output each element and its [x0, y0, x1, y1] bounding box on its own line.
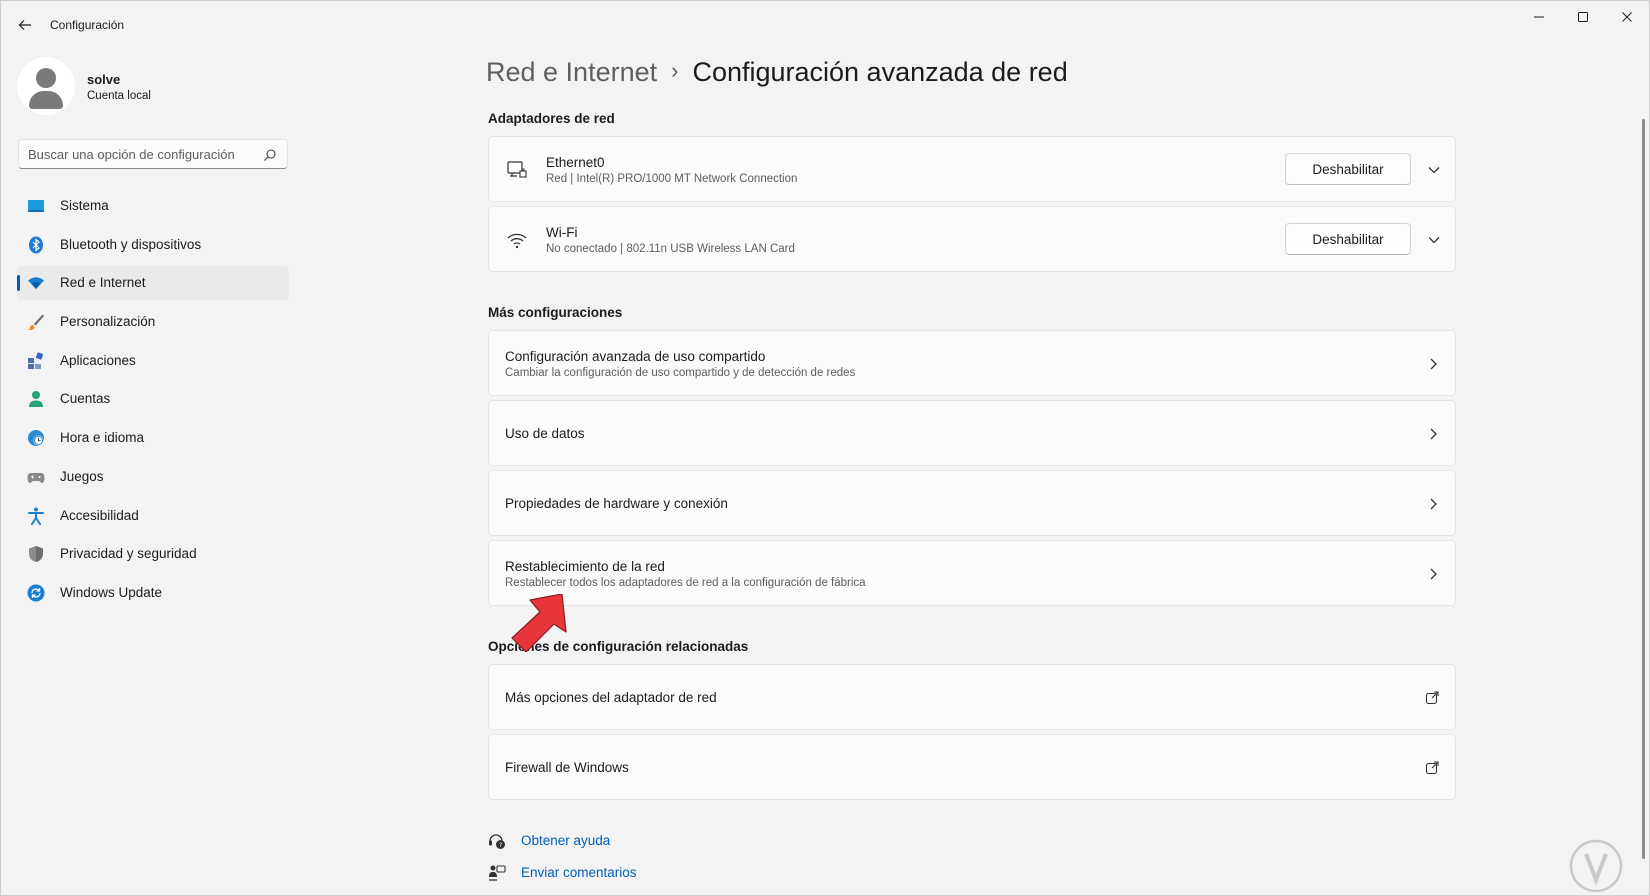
chevron-right-icon: [1430, 428, 1437, 440]
sidebar-item-bluetooth[interactable]: Bluetooth y dispositivos: [17, 228, 289, 262]
section-title-more: Más configuraciones: [488, 305, 623, 320]
back-arrow-icon: [18, 20, 31, 30]
sidebar-nav: Sistema Bluetooth y dispositivos Red e I…: [17, 189, 289, 615]
setting-title: Uso de datos: [505, 426, 585, 441]
external-link-icon: [1425, 761, 1439, 775]
sidebar-item-label: Cuentas: [60, 391, 111, 407]
external-link-icon: [1425, 691, 1439, 705]
maximize-icon: [1578, 12, 1588, 22]
apps-icon: [28, 352, 44, 369]
search-icon: [264, 149, 276, 161]
sidebar-item-cuentas[interactable]: Cuentas: [17, 382, 289, 416]
minimize-button[interactable]: [1516, 1, 1562, 33]
chevron-right-icon: [1430, 498, 1437, 510]
scrollbar[interactable]: [1642, 119, 1645, 859]
setting-subtitle: Cambiar la configuración de uso comparti…: [505, 367, 856, 379]
setting-title: Más opciones del adaptador de red: [505, 690, 717, 705]
user-profile[interactable]: solve Cuenta local: [17, 57, 277, 115]
setting-network-reset[interactable]: Restablecimiento de la red Restablecer t…: [488, 540, 1456, 606]
svg-text:?: ?: [499, 841, 502, 849]
minimize-icon: [1534, 16, 1544, 18]
sidebar-item-accesibilidad[interactable]: Accesibilidad: [17, 499, 289, 533]
adapter-detail: Red | Intel(R) PRO/1000 MT Network Conne…: [546, 173, 798, 185]
setting-title: Configuración avanzada de uso compartido: [505, 349, 766, 364]
wifi-icon: [28, 277, 44, 290]
sidebar-item-label: Bluetooth y dispositivos: [60, 236, 202, 252]
adapter-card-wifi[interactable]: Wi-Fi No conectado | 802.11n USB Wireles…: [488, 206, 1456, 272]
section-title-adapters: Adaptadores de red: [488, 111, 615, 126]
setting-hardware-properties[interactable]: Propiedades de hardware y conexión: [488, 470, 1456, 536]
adapter-name: Wi-Fi: [546, 225, 578, 240]
sidebar-item-label: Accesibilidad: [60, 507, 139, 523]
sidebar-item-sistema[interactable]: Sistema: [17, 189, 289, 223]
search-input[interactable]: Buscar una opción de configuración: [18, 139, 288, 169]
page-title: Configuración avanzada de red: [692, 57, 1068, 87]
title-bar: Configuración: [1, 1, 1649, 49]
sidebar-item-juegos[interactable]: Juegos: [17, 460, 289, 494]
annotation-arrow-icon: [511, 594, 567, 652]
maximize-button[interactable]: [1560, 1, 1606, 33]
profile-name: solve: [87, 72, 121, 87]
accessibility-icon: [28, 507, 44, 525]
sidebar-item-label: Windows Update: [60, 584, 163, 600]
close-button[interactable]: [1604, 1, 1650, 33]
setting-windows-firewall[interactable]: Firewall de Windows: [488, 734, 1456, 800]
sidebar-item-label: Hora e idioma: [60, 430, 145, 446]
system-icon: [28, 200, 44, 212]
shield-icon: [29, 546, 43, 563]
sidebar-item-label: Sistema: [60, 198, 109, 213]
setting-subtitle: Restablecer todos los adaptadores de red…: [505, 577, 866, 589]
get-help-label: Obtener ayuda: [521, 833, 611, 848]
bluetooth-icon: [29, 236, 43, 254]
sidebar-item-label: Aplicaciones: [60, 352, 136, 368]
chevron-down-icon[interactable]: [1427, 163, 1441, 177]
sidebar-item-label: Personalización: [60, 314, 156, 330]
globe-clock-icon: [28, 430, 44, 447]
app-title: Configuración: [50, 18, 125, 32]
watermark-logo-icon: [1569, 839, 1623, 893]
chevron-right-icon: [1430, 568, 1437, 580]
help-icon: ?: [489, 834, 505, 849]
chevron-right-icon: [1430, 358, 1437, 370]
disable-ethernet-button[interactable]: Deshabilitar: [1285, 153, 1411, 185]
breadcrumb-separator: ›: [671, 58, 679, 83]
breadcrumb: Red e Internet › Configuración avanzada de…: [486, 57, 1068, 88]
sidebar-item-red-internet[interactable]: Red e Internet: [17, 266, 289, 301]
close-icon: [1622, 12, 1632, 22]
person-icon: [29, 391, 43, 408]
adapter-detail: No conectado | 802.11n USB Wireless LAN …: [546, 243, 795, 255]
adapter-name: Ethernet0: [546, 155, 605, 170]
sidebar-item-label: Juegos: [60, 468, 104, 484]
settings-window: Configuración solve Cuenta local Buscar …: [0, 0, 1650, 896]
setting-title: Firewall de Windows: [505, 760, 629, 775]
breadcrumb-parent[interactable]: Red e Internet: [486, 57, 657, 87]
send-feedback-label: Enviar comentarios: [521, 865, 637, 880]
search-placeholder: Buscar una opción de configuración: [28, 147, 235, 162]
sidebar-item-privacidad[interactable]: Privacidad y seguridad: [17, 537, 289, 571]
wifi-icon: [507, 233, 527, 249]
setting-data-usage[interactable]: Uso de datos: [488, 400, 1456, 466]
setting-more-adapter-options[interactable]: Más opciones del adaptador de red: [488, 664, 1456, 730]
brush-icon: [28, 314, 44, 331]
setting-title: Propiedades de hardware y conexión: [505, 496, 728, 511]
chevron-down-icon[interactable]: [1427, 233, 1441, 247]
ethernet-icon: [507, 161, 527, 178]
disable-wifi-button[interactable]: Deshabilitar: [1285, 223, 1411, 255]
sidebar-item-personalizacion[interactable]: Personalización: [17, 305, 289, 339]
sidebar-item-label: Red e Internet: [60, 275, 146, 291]
profile-account-type: Cuenta local: [87, 90, 151, 102]
gamepad-icon: [27, 472, 45, 483]
sidebar-item-hora-idioma[interactable]: Hora e idioma: [17, 421, 289, 455]
update-icon: [27, 584, 45, 602]
avatar: [17, 57, 75, 115]
feedback-icon: [489, 865, 506, 881]
sidebar-item-label: Privacidad y seguridad: [60, 546, 197, 562]
setting-advanced-sharing[interactable]: Configuración avanzada de uso compartido…: [488, 330, 1456, 396]
setting-title: Restablecimiento de la red: [505, 559, 665, 574]
sidebar-item-aplicaciones[interactable]: Aplicaciones: [17, 344, 289, 378]
adapter-card-ethernet[interactable]: Ethernet0 Red | Intel(R) PRO/1000 MT Net…: [488, 136, 1456, 202]
sidebar-item-windows-update[interactable]: Windows Update: [17, 576, 289, 610]
back-button[interactable]: [13, 13, 37, 37]
